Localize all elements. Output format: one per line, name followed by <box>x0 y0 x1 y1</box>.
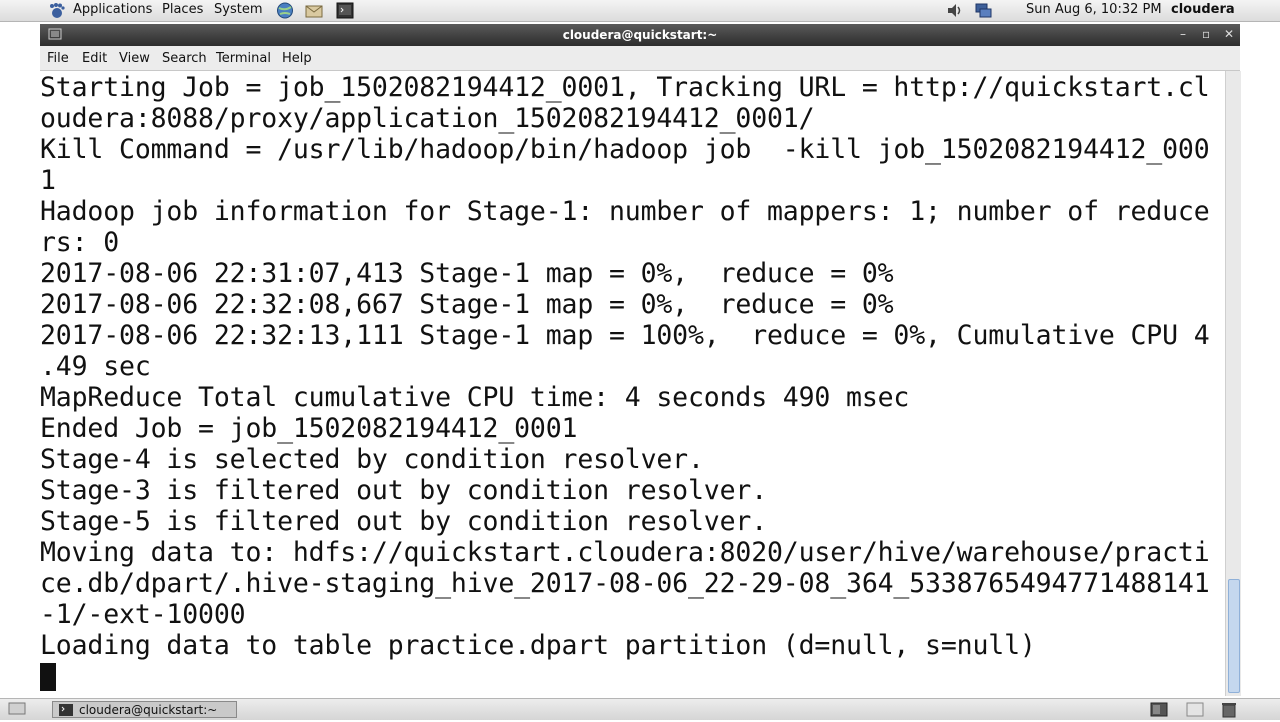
globe-icon[interactable] <box>276 2 294 19</box>
terminal-cursor <box>40 663 56 691</box>
terminal-line: 2017-08-06 22:31:07,413 Stage-1 map = 0%… <box>40 258 894 289</box>
terminal-line: 2017-08-06 22:32:13,111 Stage-1 map = 10… <box>40 320 1210 351</box>
terminal-line: .49 sec <box>40 351 151 382</box>
maximize-button[interactable]: ▫ <box>1202 27 1210 41</box>
window-titlebar[interactable]: cloudera@quickstart:~ – ▫ ✕ <box>40 24 1240 46</box>
terminal-line: Ended Job = job_1502082194412_0001 <box>40 413 578 444</box>
workspace-switcher-icon[interactable] <box>1150 701 1168 718</box>
close-button[interactable]: ✕ <box>1224 27 1234 41</box>
menu-view[interactable]: View <box>119 51 150 66</box>
terminal-scrollbar[interactable] <box>1225 71 1241 696</box>
user-name[interactable]: cloudera <box>1171 2 1235 17</box>
menu-help[interactable]: Help <box>282 51 312 66</box>
menu-search[interactable]: Search <box>162 51 207 66</box>
terminal-output[interactable]: Starting Job = job_1502082194412_0001, T… <box>40 71 1225 696</box>
workspace-2-icon[interactable] <box>1186 701 1204 718</box>
mail-icon[interactable] <box>305 2 323 19</box>
gnome-foot-icon[interactable] <box>48 2 66 19</box>
terminal-line: rs: 0 <box>40 227 120 258</box>
terminal-line: 2017-08-06 22:32:08,667 Stage-1 map = 0%… <box>40 289 894 320</box>
minimize-button[interactable]: – <box>1180 27 1186 41</box>
terminal-line: Hadoop job information for Stage-1: numb… <box>40 196 1210 227</box>
volume-icon[interactable] <box>946 2 964 19</box>
applications-menu[interactable]: Applications <box>73 2 152 17</box>
terminal-line: -1/-ext-10000 <box>40 599 246 630</box>
terminal-line: ce.db/dpart/.hive-staging_hive_2017-08-0… <box>40 568 1210 599</box>
network-icon[interactable] <box>974 2 992 19</box>
top-panel: Applications Places System Sun Aug 6, 10… <box>0 0 1280 22</box>
terminal-line: Starting Job = job_1502082194412_0001, T… <box>40 72 1210 103</box>
menu-bar: File Edit View Search Terminal Help <box>40 46 1240 71</box>
clock[interactable]: Sun Aug 6, 10:32 PM <box>1026 2 1162 17</box>
places-menu[interactable]: Places <box>162 2 203 17</box>
terminal-line: Loading data to table practice.dpart par… <box>40 630 1036 661</box>
terminal-line: oudera:8088/proxy/application_1502082194… <box>40 103 815 134</box>
menu-terminal[interactable]: Terminal <box>216 51 271 66</box>
terminal-line: 1 <box>40 165 56 196</box>
scrollbar-thumb[interactable] <box>1228 579 1240 693</box>
terminal-icon <box>58 703 74 720</box>
taskbar-window-button[interactable]: cloudera@quickstart:~ <box>52 701 237 718</box>
menu-edit[interactable]: Edit <box>82 51 107 66</box>
trash-icon[interactable] <box>1220 701 1238 718</box>
terminal-line: Stage-4 is selected by condition resolve… <box>40 444 704 475</box>
terminal-line: Kill Command = /usr/lib/hadoop/bin/hadoo… <box>40 134 1210 165</box>
terminal-line: Stage-5 is filtered out by condition res… <box>40 506 768 537</box>
taskbar-window-label: cloudera@quickstart:~ <box>79 703 218 717</box>
system-menu[interactable]: System <box>214 2 262 17</box>
bottom-panel: cloudera@quickstart:~ <box>0 698 1280 720</box>
terminal-line: MapReduce Total cumulative CPU time: 4 s… <box>40 382 910 413</box>
window-title: cloudera@quickstart:~ <box>562 28 718 42</box>
terminal-line: Stage-3 is filtered out by condition res… <box>40 475 768 506</box>
terminal-icon[interactable] <box>336 2 354 19</box>
menu-file[interactable]: File <box>47 51 69 66</box>
terminal-line: Moving data to: hdfs://quickstart.cloude… <box>40 537 1210 568</box>
show-desktop-icon[interactable] <box>8 700 26 717</box>
